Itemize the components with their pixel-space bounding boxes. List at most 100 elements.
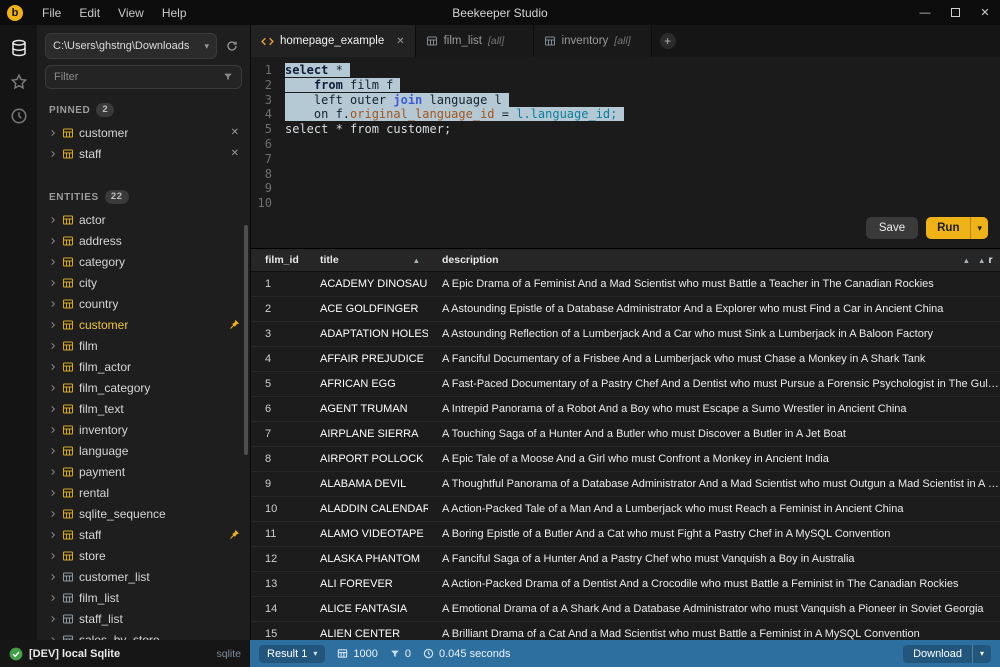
- download-options-caret[interactable]: ▾: [972, 645, 991, 663]
- history-rail-button[interactable]: [4, 101, 34, 131]
- menu-file[interactable]: File: [33, 6, 70, 20]
- pin-icon[interactable]: [229, 529, 242, 540]
- table-row[interactable]: 2ACE GOLDFINGERA Astounding Epistle of a…: [251, 297, 1000, 322]
- cell-title: ALADDIN CALENDAR: [306, 503, 428, 515]
- connection-status[interactable]: [DEV] local Sqlite sqlite: [0, 640, 250, 667]
- pinned-item-staff[interactable]: staff✕: [37, 143, 250, 164]
- refresh-button[interactable]: [222, 36, 242, 56]
- table-row[interactable]: 3ADAPTATION HOLESA Astounding Reflection…: [251, 322, 1000, 347]
- favorites-rail-button[interactable]: [4, 67, 34, 97]
- cell-film-id: 15: [251, 628, 306, 640]
- entity-item-customer[interactable]: customer: [37, 314, 250, 335]
- sql-editor[interactable]: 12345678910 select * from film f left ou…: [251, 57, 1000, 248]
- run-options-caret[interactable]: ▾: [970, 217, 988, 239]
- chevron-right-icon: [49, 384, 57, 392]
- result-selector-label: Result 1: [267, 648, 307, 660]
- filter-input[interactable]: [54, 71, 223, 83]
- sort-asc-icon: ▲: [413, 256, 428, 265]
- column-header-label: film_id: [265, 254, 299, 266]
- menu-edit[interactable]: Edit: [70, 6, 109, 20]
- table-icon: [62, 382, 74, 394]
- table-row[interactable]: 8AIRPORT POLLOCKA Epic Tale of a Moose A…: [251, 447, 1000, 472]
- menu-help[interactable]: Help: [153, 6, 196, 20]
- line-number: 1: [251, 63, 279, 78]
- entity-item-language[interactable]: language: [37, 440, 250, 461]
- entity-item-payment[interactable]: payment: [37, 461, 250, 482]
- unpin-close-icon[interactable]: ✕: [228, 127, 242, 138]
- entity-item-store[interactable]: store: [37, 545, 250, 566]
- entity-item-category[interactable]: category: [37, 251, 250, 272]
- pinned-section-header[interactable]: PINNED 2: [37, 89, 250, 122]
- entity-item-city[interactable]: city: [37, 272, 250, 293]
- download-button[interactable]: Download: [903, 645, 972, 663]
- table-row[interactable]: 9ALABAMA DEVILA Thoughtful Panorama of a…: [251, 472, 1000, 497]
- table-row[interactable]: 14ALICE FANTASIAA Emotional Drama of a A…: [251, 597, 1000, 622]
- tab-homepage_example[interactable]: homepage_example✕: [251, 25, 416, 57]
- entity-item-address[interactable]: address: [37, 230, 250, 251]
- entity-item-film_text[interactable]: film_text: [37, 398, 250, 419]
- table-row[interactable]: 7AIRPLANE SIERRAA Touching Saga of a Hun…: [251, 422, 1000, 447]
- table-row[interactable]: 4AFFAIR PREJUDICEA Fanciful Documentary …: [251, 347, 1000, 372]
- entity-item-film_category[interactable]: film_category: [37, 377, 250, 398]
- entity-item-rental[interactable]: rental: [37, 482, 250, 503]
- maximize-button[interactable]: [940, 0, 970, 25]
- entity-item-customer_list[interactable]: customer_list: [37, 566, 250, 587]
- entity-item-staff[interactable]: staff: [37, 524, 250, 545]
- connections-rail-button[interactable]: [4, 33, 34, 63]
- entity-item-film[interactable]: film: [37, 335, 250, 356]
- entity-item-sqlite_sequence[interactable]: sqlite_sequence: [37, 503, 250, 524]
- entity-item-inventory[interactable]: inventory: [37, 419, 250, 440]
- table-row[interactable]: 6AGENT TRUMANA Intrepid Panorama of a Ro…: [251, 397, 1000, 422]
- maximize-icon: [951, 8, 960, 17]
- entity-filter: [45, 65, 242, 89]
- table-row[interactable]: 15ALIEN CENTERA Brilliant Drama of a Cat…: [251, 622, 1000, 640]
- database-type-label: sqlite: [216, 648, 241, 660]
- tab-film_list[interactable]: film_list[all]: [416, 25, 534, 57]
- entity-item-label: customer_list: [79, 570, 150, 584]
- entity-item-sales_by_store[interactable]: sales_by_store: [37, 629, 250, 640]
- pin-icon[interactable]: [229, 319, 242, 330]
- save-button[interactable]: Save: [866, 217, 918, 239]
- run-button[interactable]: Run: [926, 217, 970, 239]
- column-header-title[interactable]: title▲: [306, 249, 428, 271]
- entity-item-actor[interactable]: actor: [37, 209, 250, 230]
- tab-close-icon[interactable]: ✕: [390, 36, 404, 47]
- unpin-close-icon[interactable]: ✕: [228, 148, 242, 159]
- entities-list: actor addresscategorycitycountry customer f…: [37, 209, 250, 640]
- line-number: 5: [251, 122, 279, 137]
- pinned-item-customer[interactable]: customer✕: [37, 122, 250, 143]
- minimize-button[interactable]: —: [910, 0, 940, 25]
- table-row[interactable]: 11ALAMO VIDEOTAPEA Boring Epistle of a B…: [251, 522, 1000, 547]
- entity-item-film_actor[interactable]: film_actor: [37, 356, 250, 377]
- entity-item-label: film_category: [79, 381, 150, 395]
- entity-item-label: actor: [79, 213, 106, 227]
- menu-view[interactable]: View: [109, 6, 153, 20]
- table-row[interactable]: 12ALASKA PHANTOMA Fanciful Saga of a Hun…: [251, 547, 1000, 572]
- table-row[interactable]: 1ACADEMY DINOSAURA Epic Drama of a Femin…: [251, 272, 1000, 297]
- new-tab-button[interactable]: +: [660, 33, 676, 49]
- column-header-r[interactable]: ▲r: [978, 249, 1000, 271]
- entities-section-header[interactable]: ENTITIES 22: [37, 164, 250, 209]
- entity-item-country[interactable]: country: [37, 293, 250, 314]
- close-button[interactable]: ✕: [970, 0, 1000, 25]
- sidebar-scrollbar[interactable]: [244, 225, 248, 455]
- entity-item-film_list[interactable]: film_list: [37, 587, 250, 608]
- cell-title: ADAPTATION HOLES: [306, 328, 428, 340]
- chevron-right-icon: [49, 531, 57, 539]
- table-row[interactable]: 5AFRICAN EGGA Fast-Paced Documentary of …: [251, 372, 1000, 397]
- column-header-film_id[interactable]: film_id: [251, 249, 306, 271]
- line-number: 7: [251, 152, 279, 167]
- connection-path: C:\Users\ghstng\Downloads: [53, 40, 200, 52]
- result-selector[interactable]: Result 1 ▾: [259, 645, 325, 663]
- entity-item-label: customer: [79, 318, 128, 332]
- column-header-description[interactable]: description▲: [428, 249, 978, 271]
- table-icon: [62, 127, 74, 139]
- tab-inventory[interactable]: inventory[all]: [534, 25, 652, 57]
- table-icon: [62, 298, 74, 310]
- table-row[interactable]: 10ALADDIN CALENDARA Action-Packed Tale o…: [251, 497, 1000, 522]
- column-header-label: description: [442, 254, 499, 266]
- table-row[interactable]: 13ALI FOREVERA Action-Packed Drama of a …: [251, 572, 1000, 597]
- entity-item-label: rental: [79, 486, 109, 500]
- entity-item-staff_list[interactable]: staff_list: [37, 608, 250, 629]
- connection-dropdown[interactable]: C:\Users\ghstng\Downloads ▾: [45, 33, 217, 59]
